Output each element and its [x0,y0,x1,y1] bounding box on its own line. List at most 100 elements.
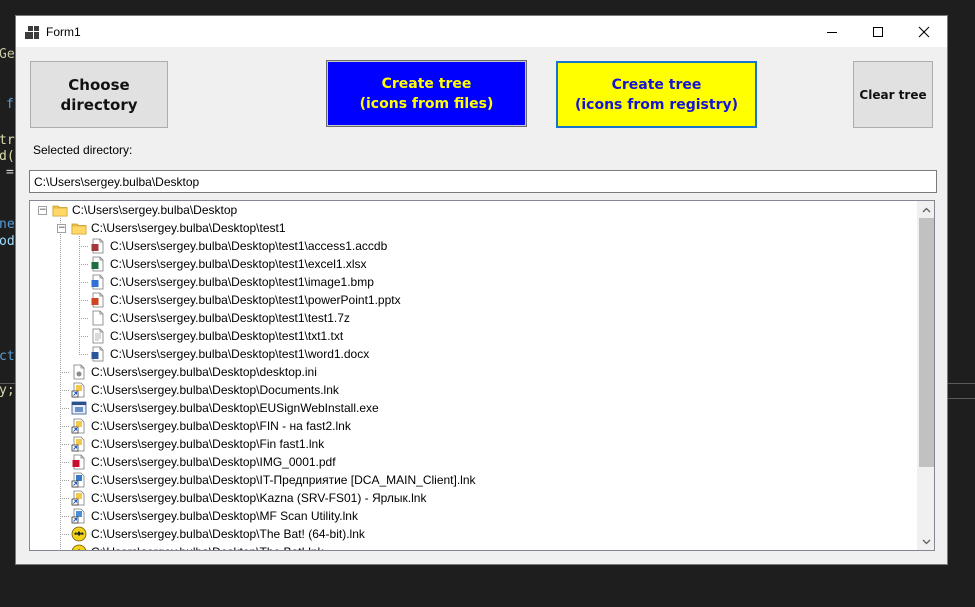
scroll-up-button[interactable] [918,201,934,218]
window-title: Form1 [46,24,81,39]
tree-node-label: C:\Users\sergey.bulba\Desktop\The Bat! (… [91,527,365,541]
button-label-line: Create tree [381,75,472,92]
tree-node-label: C:\Users\sergey.bulba\Desktop\FIN - на f… [91,419,351,433]
tree-node-label: C:\Users\sergey.bulba\Desktop\desktop.in… [91,365,317,379]
shortcut-icon [71,490,91,506]
word-file-icon [90,346,110,362]
tree-node-label: C:\Users\sergey.bulba\Desktop\Documents.… [91,383,339,397]
collapse-toggle-icon[interactable]: − [38,206,47,215]
access-file-icon [90,238,110,254]
exe-icon [71,400,91,416]
tree-node[interactable]: C:\Users\sergey.bulba\Desktop\EUSignWebI… [71,399,379,417]
tree-node[interactable]: C:\Users\sergey.bulba\Desktop\Documents.… [71,381,339,399]
tree-node-label: C:\Users\sergey.bulba\Desktop\test1 [91,221,286,235]
tree-node-label: C:\Users\sergey.bulba\Desktop\EUSignWebI… [91,401,379,415]
powerpoint-file-icon [90,292,110,308]
create-tree-from-files-button[interactable]: Create tree (icons from files) [326,60,527,127]
scanner-shortcut-icon [71,508,91,524]
code-fragment: ne [0,217,15,232]
tree-node[interactable]: C:\Users\sergey.bulba\Desktop\test1\txt1… [90,327,343,345]
excel-file-icon [90,256,110,272]
maximize-icon [873,26,883,37]
tree-node-label: C:\Users\sergey.bulba\Desktop\test1\acce… [110,239,388,253]
thebat-shortcut-icon [71,544,91,550]
button-label-line: (icons from registry) [574,96,739,113]
tree-node-label: C:\Users\sergey.bulba\Desktop\MF Scan Ut… [91,509,358,523]
tree-node[interactable]: C:\Users\sergey.bulba\Desktop\IMG_0001.p… [71,453,336,471]
scroll-thumb[interactable] [919,218,934,467]
folder-icon [52,202,72,218]
tree-node-label: C:\Users\sergey.bulba\Desktop\Kazna (SRV… [91,491,427,505]
selected-directory-label: Selected directory: [33,143,133,157]
chevron-down-icon [922,539,931,544]
tree-node-label: C:\Users\sergey.bulba\Desktop\test1\word… [110,347,370,361]
tree-node[interactable]: C:\Users\sergey.bulba\Desktop\Fin fast1.… [71,435,324,453]
tree-node[interactable]: C:\Users\sergey.bulba\Desktop\test1 [71,219,286,237]
button-label-line: Create tree [611,76,702,93]
choose-directory-button[interactable]: Choose directory [30,61,168,128]
tree-node-label: C:\Users\sergey.bulba\Desktop\test1\exce… [110,257,367,271]
vertical-scrollbar[interactable] [917,201,934,550]
create-tree-from-registry-button[interactable]: Create tree (icons from registry) [556,61,757,128]
selected-directory-field[interactable] [29,170,937,193]
code-fragment: = [6,165,14,180]
code-fragment: d( [0,149,15,164]
shortcut-app-icon [71,472,91,488]
button-label-line: Choose [68,75,130,94]
tree-node-label: C:\Users\sergey.bulba\Desktop\test1\test… [110,311,350,325]
tree-node-label: C:\Users\sergey.bulba\Desktop\IT-Предпри… [91,473,476,487]
tree-node-label: C:\Users\sergey.bulba\Desktop\The Bat!.l… [91,545,324,550]
code-fragment: ct [0,349,15,364]
tree-node-label: C:\Users\sergey.bulba\Desktop\test1\imag… [110,275,374,289]
tree-node[interactable]: C:\Users\sergey.bulba\Desktop\MF Scan Ut… [71,507,358,525]
editor-line [948,383,975,384]
text-file-icon [90,328,110,344]
tree-node[interactable]: C:\Users\sergey.bulba\Desktop\The Bat!.l… [71,543,324,550]
code-fragment: y; [0,383,15,398]
button-label: Clear tree [859,87,927,102]
editor-line [948,398,975,399]
tree-node-label: C:\Users\sergey.bulba\Desktop\test1\powe… [110,293,401,307]
tree-node[interactable]: C:\Users\sergey.bulba\Desktop\IT-Предпри… [71,471,476,489]
tree-node[interactable]: C:\Users\sergey.bulba\Desktop\Kazna (SRV… [71,489,426,507]
button-label-line: directory [60,95,138,114]
editor-line [0,383,15,384]
pdf-file-icon [71,454,91,470]
tree-node[interactable]: C:\Users\sergey.bulba\Desktop\FIN - на f… [71,417,351,435]
tree-node[interactable]: C:\Users\sergey.bulba\Desktop\test1\powe… [90,291,401,309]
tree-node[interactable]: C:\Users\sergey.bulba\Desktop\test1\test… [90,309,350,327]
tree-node-label: C:\Users\sergey.bulba\Desktop [72,203,238,217]
code-fragment: Ge [0,47,15,62]
tree-node[interactable]: C:\Users\sergey.bulba\Desktop\test1\imag… [90,273,374,291]
blank-file-icon [90,310,110,326]
clear-tree-button[interactable]: Clear tree [853,61,933,128]
collapse-toggle-icon[interactable]: − [57,224,66,233]
tree-node[interactable]: C:\Users\sergey.bulba\Desktop\desktop.in… [71,363,317,381]
tree-node[interactable]: C:\Users\sergey.bulba\Desktop [52,201,237,219]
shortcut-icon [71,418,91,434]
button-label-line: (icons from files) [359,95,494,112]
tree-node-label: C:\Users\sergey.bulba\Desktop\test1\txt1… [110,329,344,343]
tree-node-label: C:\Users\sergey.bulba\Desktop\Fin fast1.… [91,437,325,451]
shortcut-icon [71,436,91,452]
title-bar[interactable]: Form1 [16,16,947,47]
thebat-shortcut-icon [71,526,91,542]
maximize-button[interactable] [855,16,901,47]
folder-icon [71,220,91,236]
code-fragment: f [6,97,14,112]
tree-node[interactable]: C:\Users\sergey.bulba\Desktop\test1\exce… [90,255,367,273]
chevron-up-icon [922,207,931,212]
image-file-icon [90,274,110,290]
close-icon [918,26,930,37]
tree-node[interactable]: C:\Users\sergey.bulba\Desktop\test1\acce… [90,237,387,255]
close-button[interactable] [901,16,947,47]
tree-node[interactable]: C:\Users\sergey.bulba\Desktop\test1\word… [90,345,369,363]
settings-file-icon [71,364,91,380]
code-fragment: tr [0,133,15,148]
shortcut-icon [71,382,91,398]
file-tree-view[interactable]: C:\Users\sergey.bulba\Desktop − C:\Users\s… [29,200,935,551]
scroll-down-button[interactable] [918,533,934,550]
tree-node[interactable]: C:\Users\sergey.bulba\Desktop\The Bat! (… [71,525,365,543]
minimize-icon [827,31,837,33]
minimize-button[interactable] [809,16,855,47]
